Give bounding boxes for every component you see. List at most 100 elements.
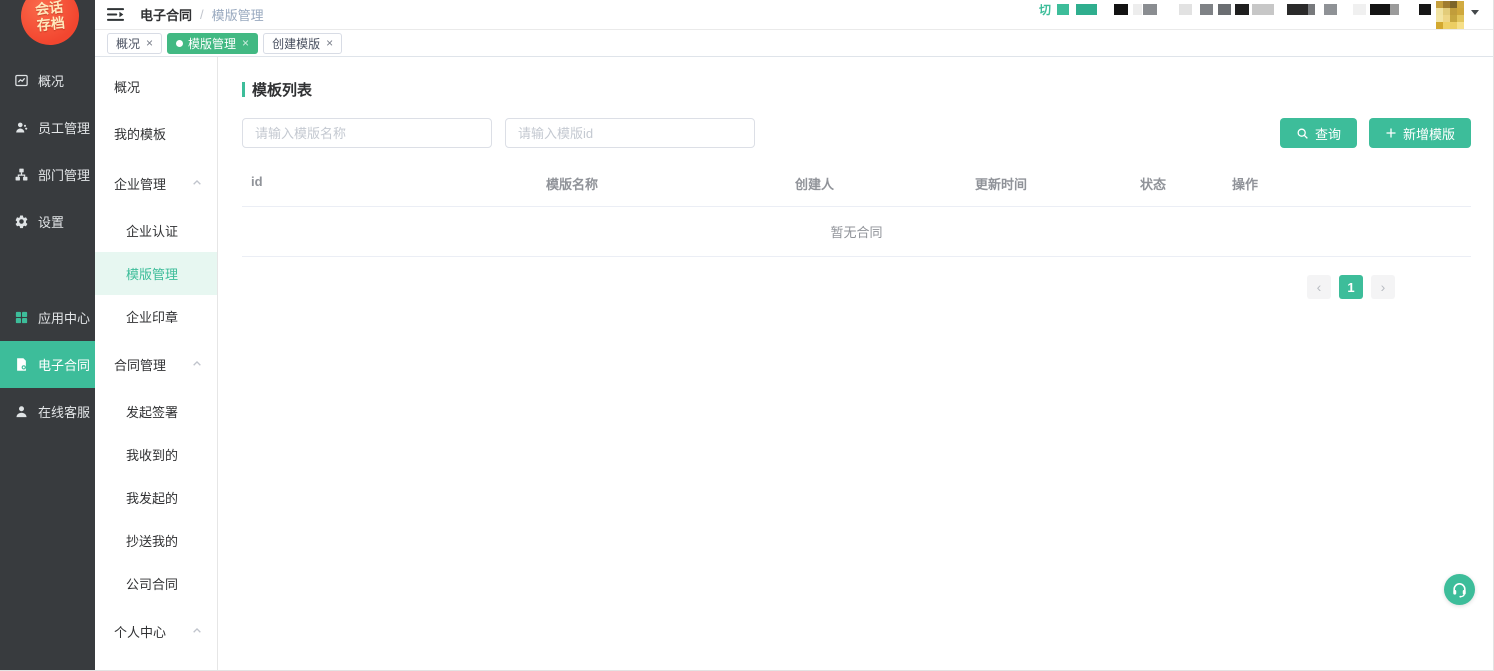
app-window: 会话 存档 概况 员工管理 部门管理 设置 [0,0,1494,671]
secondary-nav-item[interactable]: 我发起的 [95,476,217,519]
redacted-block [1179,4,1192,15]
avatar-pixel [1436,15,1443,22]
primary-nav-item[interactable]: 应用中心 [0,294,95,341]
tab-label: 模版管理 [188,35,236,52]
query-button[interactable]: 查询 [1280,118,1357,148]
avatar-pixel [1443,22,1450,29]
search-icon [1296,127,1309,140]
secondary-nav-label: 企业认证 [126,221,178,240]
grid-icon [13,310,29,326]
primary-nav-item[interactable]: 电子合同 [0,341,95,388]
redacted-block [1419,4,1431,15]
secondary-nav-label: 企业印章 [126,307,178,326]
redacted-block [1353,4,1366,15]
template-id-input[interactable] [505,118,755,148]
secondary-nav-item[interactable]: 合同管理 [95,338,217,390]
secondary-nav-label: 合同管理 [114,355,166,374]
avatar-pixel [1457,8,1464,15]
template-table: id模版名称创建人更新时间状态操作 暂无合同 [242,174,1471,257]
empty-state: 暂无合同 [242,207,1471,257]
primary-nav-label: 在线客服 [38,402,90,421]
page-title: 模板列表 [252,79,312,100]
pagination: ‹ 1 › [242,275,1471,299]
secondary-nav-label: 企业管理 [114,174,166,193]
chevron-up-icon [192,178,202,188]
active-dot-icon [176,40,183,47]
tab-bar: 概况 × 模版管理 × 创建模版 × [95,30,1493,57]
primary-nav-item[interactable]: 在线客服 [0,388,95,435]
redacted-block [1200,4,1213,15]
redacted-block [1252,4,1274,15]
close-icon[interactable]: × [146,37,153,49]
chevron-up-icon [192,626,202,636]
tab[interactable]: 模版管理 × [167,33,258,54]
secondary-nav-item[interactable]: 发起签署 [95,390,217,433]
logo-area: 会话 存档 [0,0,95,57]
secondary-nav-item[interactable]: 企业印章 [95,295,217,338]
avatar-pixel [1457,1,1464,8]
secondary-nav-label: 我收到的 [126,445,178,464]
secondary-nav-item[interactable]: 模版管理 [95,252,217,295]
secondary-nav-item[interactable]: 概况 [95,63,217,110]
tab[interactable]: 概况 × [107,33,162,54]
primary-nav-item[interactable]: 概况 [0,57,95,104]
primary-nav-item[interactable]: 员工管理 [0,104,95,151]
secondary-nav-label: 发起签署 [126,402,178,421]
secondary-nav-label: 我的模板 [114,124,166,143]
avatar-pixel [1450,1,1457,8]
avatar-pixel [1457,22,1464,29]
redacted-block [1057,4,1069,15]
avatar-pixel [1450,8,1457,15]
page-1-button[interactable]: 1 [1339,275,1363,299]
prev-page-button[interactable]: ‹ [1307,275,1331,299]
chevron-down-icon[interactable] [1471,10,1479,15]
user-avatar[interactable] [1436,1,1464,29]
column-header: 模版名称 [546,174,795,193]
primary-nav: 概况 员工管理 部门管理 设置 应用中心 电子合同 [0,57,95,435]
main-column: 电子合同 / 模版管理 切 概况 × 模版管理 × [95,0,1493,670]
secondary-nav-item[interactable]: 企业认证 [95,209,217,252]
redacted-block [1114,4,1128,15]
primary-nav-item[interactable]: 部门管理 [0,151,95,198]
redacted-block [1218,4,1231,15]
next-page-button[interactable]: › [1371,275,1395,299]
close-icon[interactable]: × [242,37,249,49]
tab[interactable]: 创建模版 × [263,33,342,54]
secondary-nav-item[interactable]: 我的模板 [95,110,217,157]
secondary-nav-item[interactable]: 企业管理 [95,157,217,209]
avatar-pixel [1443,15,1450,22]
secondary-nav-item[interactable]: 抄送我的 [95,519,217,562]
secondary-nav-item[interactable]: 公司合同 [95,562,217,605]
primary-nav-item[interactable]: 设置 [0,198,95,245]
primary-nav-label: 部门管理 [38,165,90,184]
add-template-button[interactable]: 新增模版 [1369,118,1471,148]
template-list-panel: 模板列表 查询 [218,57,1493,670]
action-buttons: 查询 新增模版 [1280,118,1471,148]
secondary-nav-item[interactable]: 我收到的 [95,433,217,476]
app-logo[interactable]: 会话 存档 [18,0,82,48]
topbar-right-cluster: 切 [1039,1,1479,29]
template-name-input[interactable] [242,118,492,148]
chevron-up-icon [192,359,202,369]
secondary-nav-label: 抄送我的 [126,531,178,550]
primary-nav-label: 设置 [38,212,64,231]
secondary-nav-label: 我发起的 [126,488,178,507]
avatar-pixel [1450,15,1457,22]
close-icon[interactable]: × [326,37,333,49]
customer-service-fab[interactable] [1444,574,1475,605]
redacted-block [1235,4,1249,15]
headset-icon [1451,581,1468,598]
primary-nav-label: 应用中心 [38,308,90,327]
org-icon [13,167,29,183]
logo-text-line2: 存档 [36,15,66,34]
redacted-block [1390,4,1399,15]
secondary-nav-label: 公司合同 [126,574,178,593]
breadcrumb-root[interactable]: 电子合同 [140,5,192,24]
switch-company-text[interactable]: 切 [1039,4,1051,16]
redacted-block [1308,4,1315,15]
collapse-sidebar-icon[interactable] [107,7,124,22]
tab-label: 概况 [116,35,140,52]
plus-icon [1385,127,1397,139]
redacted-block [1324,4,1337,15]
secondary-nav-item[interactable]: 个人中心 [95,605,217,657]
